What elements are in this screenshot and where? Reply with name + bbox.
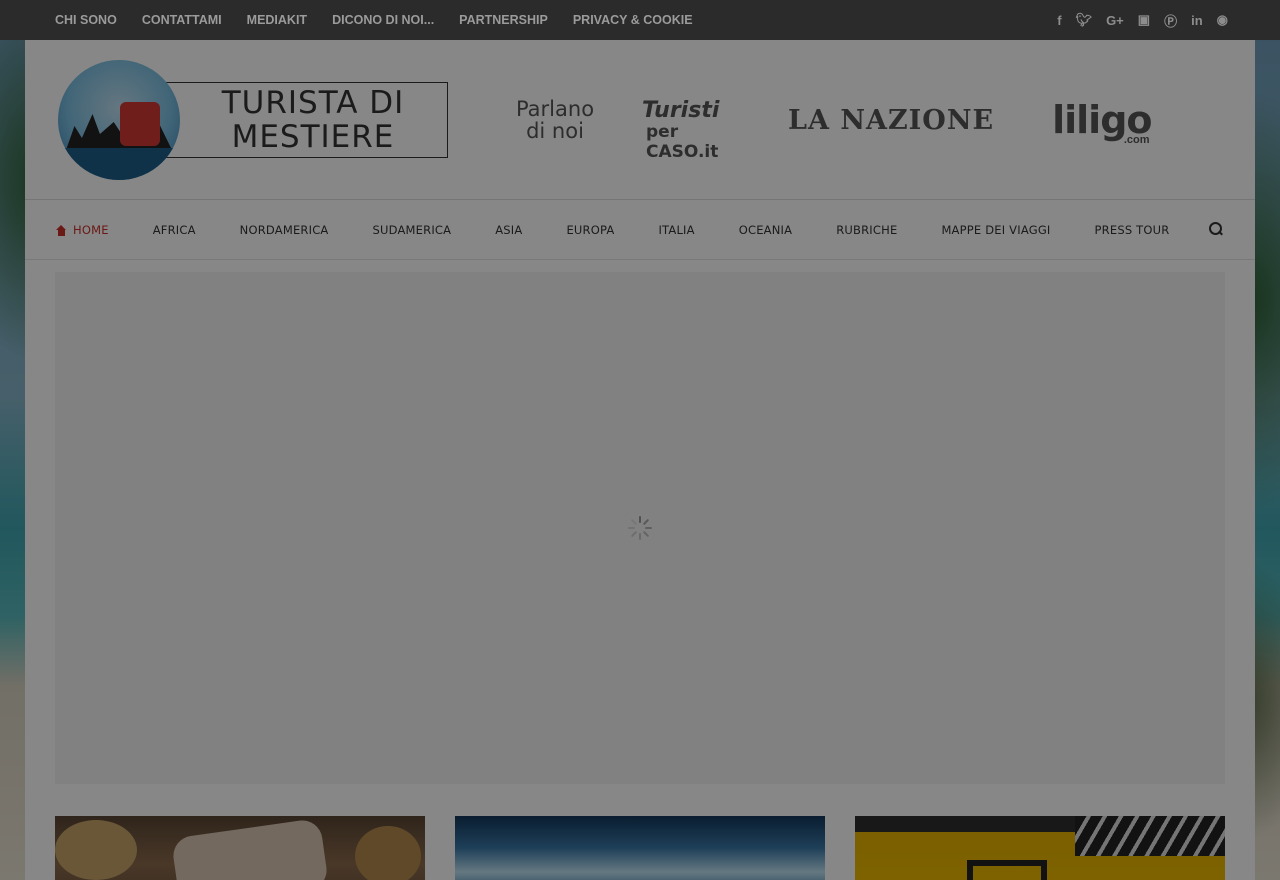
nav-item-nordamerica[interactable]: NORDAMERICA xyxy=(240,223,329,237)
press-label-line-2: di noi xyxy=(526,119,584,143)
nav-item-europa[interactable]: EUROPA xyxy=(566,223,614,237)
card-image-stripes xyxy=(1075,816,1225,856)
facebook-icon[interactable]: f xyxy=(1057,13,1061,28)
nav-item-africa[interactable]: AFRICA xyxy=(153,223,196,237)
nav-item-press-tour[interactable]: PRESS TOUR xyxy=(1095,223,1170,237)
turisti-per-caso-logo[interactable]: Turisti per CASO.it xyxy=(640,92,736,162)
main-nav: HOME AFRICA NORDAMERICA SUDAMERICA ASIA … xyxy=(25,200,1255,260)
nav-item-rubriche[interactable]: RUBRICHE xyxy=(836,223,897,237)
nav-item-home-label: HOME xyxy=(73,223,109,237)
la-nazione-logo[interactable]: LA NAZIONE xyxy=(788,105,994,136)
card-image-bread xyxy=(55,820,137,880)
card-image-bread-2 xyxy=(355,826,421,880)
post-card-sign[interactable] xyxy=(855,816,1225,880)
nav-item-sudamerica[interactable]: SUDAMERICA xyxy=(373,223,452,237)
top-link-chi-sono[interactable]: CHI SONO xyxy=(55,13,117,27)
top-link-contattami[interactable]: CONTATTAMI xyxy=(142,13,222,27)
nav-item-oceania[interactable]: OCEANIA xyxy=(739,223,792,237)
top-link-privacy-cookie[interactable]: PRIVACY & COOKIE xyxy=(573,13,693,27)
logo-line-2: MESTIERE xyxy=(231,119,395,155)
top-link-partnership[interactable]: PARTNERSHIP xyxy=(459,13,548,27)
logo-emblem-icon xyxy=(58,60,180,180)
top-bar: CHI SONO CONTATTAMI MEDIAKIT DICONO DI N… xyxy=(0,0,1280,40)
press-banner: Parlano di noi Turisti per CASO.it LA NA… xyxy=(510,92,1153,162)
search-icon[interactable] xyxy=(1209,222,1223,236)
social-links: f 🐦︎ G+ ▣ Ⓟ in ◉ xyxy=(1057,0,1228,40)
top-links: CHI SONO CONTATTAMI MEDIAKIT DICONO DI N… xyxy=(55,0,718,40)
home-icon xyxy=(55,224,67,236)
top-link-dicono-di-noi[interactable]: DICONO DI NOI... xyxy=(332,13,434,27)
post-card-sea[interactable] xyxy=(455,816,825,880)
card-image-sign-shape xyxy=(967,860,1047,880)
card-image-meat xyxy=(170,817,330,880)
tpc-word-1: Turisti xyxy=(642,98,720,123)
page-wrapper: TURISTA DI MESTIERE Parlano di noi Turis… xyxy=(25,40,1255,880)
logo-line-1: TURISTA DI xyxy=(221,85,405,121)
nav-item-home[interactable]: HOME xyxy=(55,223,109,237)
tpc-word-2: per CASO.it xyxy=(646,122,719,162)
post-card-food[interactable] xyxy=(55,816,425,880)
pinterest-icon[interactable]: Ⓟ xyxy=(1164,11,1177,30)
flickr-icon[interactable]: ◉ xyxy=(1217,12,1228,28)
featured-slider[interactable] xyxy=(55,272,1225,784)
linkedin-icon[interactable]: in xyxy=(1191,13,1203,28)
nav-item-mappe-dei-viaggi[interactable]: MAPPE DEI VIAGGI xyxy=(941,223,1050,237)
nav-item-italia[interactable]: ITALIA xyxy=(658,223,694,237)
press-label: Parlano di noi xyxy=(510,98,600,142)
site-logo[interactable]: TURISTA DI MESTIERE xyxy=(58,60,448,180)
top-link-mediakit[interactable]: MEDIAKIT xyxy=(247,13,307,27)
logo-text-box: TURISTA DI MESTIERE xyxy=(154,82,448,158)
instagram-icon[interactable]: ▣ xyxy=(1138,12,1150,28)
loading-spinner-icon xyxy=(628,516,652,540)
press-label-line-1: Parlano xyxy=(515,97,595,121)
nav-item-asia[interactable]: ASIA xyxy=(495,223,522,237)
nav-items: HOME AFRICA NORDAMERICA SUDAMERICA ASIA … xyxy=(55,200,1213,260)
google-plus-icon[interactable]: G+ xyxy=(1106,13,1124,28)
twitter-icon[interactable]: 🐦︎ xyxy=(1076,12,1093,28)
site-header: TURISTA DI MESTIERE Parlano di noi Turis… xyxy=(25,40,1255,200)
liligo-com: .com xyxy=(1123,134,1150,146)
liligo-logo[interactable]: liligo .com xyxy=(1052,98,1152,146)
